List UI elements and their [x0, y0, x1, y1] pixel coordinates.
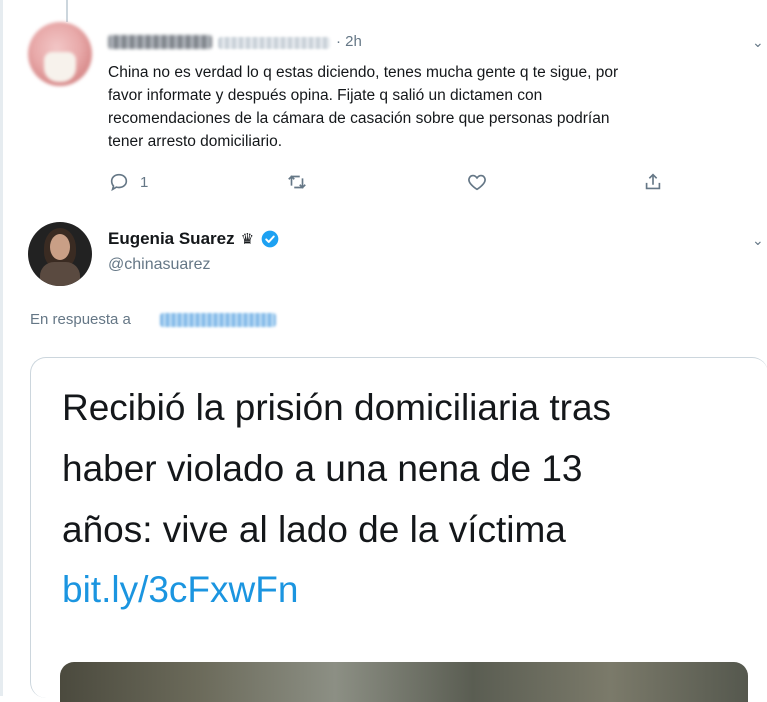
- like-button[interactable]: [466, 171, 488, 193]
- author-row: Eugenia Suarez ♛: [108, 229, 280, 249]
- tweet-text-line: favor informate y después opina. Fijate …: [108, 87, 543, 104]
- heart-icon: [468, 174, 486, 191]
- verified-badge-icon: [261, 230, 279, 248]
- tweet-text: China no es verdad lo q estas diciendo, …: [108, 61, 758, 153]
- avatar[interactable]: [28, 22, 92, 86]
- reply-context: En respuesta a: [30, 311, 131, 328]
- retweet-button[interactable]: [286, 171, 308, 193]
- blurred-handle: [218, 37, 330, 49]
- tweet-time[interactable]: · 2h: [336, 33, 362, 50]
- reply-prefix: En respuesta a: [30, 311, 131, 328]
- reply-icon: [110, 173, 128, 192]
- blurred-reply-mention[interactable]: [160, 313, 276, 327]
- headline-line: Recibió la prisión domiciliaria tras: [62, 387, 612, 428]
- retweet-icon: [288, 175, 306, 189]
- display-name[interactable]: Eugenia Suarez: [108, 229, 235, 249]
- reply-button[interactable]: 1: [108, 171, 148, 193]
- card-link[interactable]: bit.ly/3cFxwFn: [62, 569, 298, 611]
- headline-line: años: vive al lado de la víctima: [62, 509, 566, 550]
- blurred-display-name: [108, 35, 212, 49]
- chevron-down-icon[interactable]: ⌄: [752, 34, 764, 51]
- crown-icon: ♛: [240, 231, 255, 248]
- headline-line: haber violado a una nena de 13: [62, 448, 583, 489]
- thread-line: [66, 0, 68, 22]
- tweet-text-line: China no es verdad lo q estas diciendo, …: [108, 64, 619, 81]
- card-image[interactable]: [60, 662, 748, 702]
- window-edge: [0, 0, 3, 696]
- chevron-down-icon[interactable]: ⌄: [752, 232, 764, 249]
- tweet-text-line: tener arresto domiciliario.: [108, 133, 283, 150]
- time-label: 2h: [345, 33, 362, 50]
- user-handle[interactable]: @chinasuarez: [108, 256, 211, 274]
- tweet-text-line: recomendaciones de la cámara de casación…: [108, 110, 610, 127]
- reply-count: 1: [140, 173, 149, 191]
- card-headline: Recibió la prisión domiciliaria tras hab…: [62, 377, 762, 560]
- share-icon: [645, 173, 661, 190]
- share-button[interactable]: [642, 171, 664, 193]
- avatar[interactable]: [28, 222, 92, 286]
